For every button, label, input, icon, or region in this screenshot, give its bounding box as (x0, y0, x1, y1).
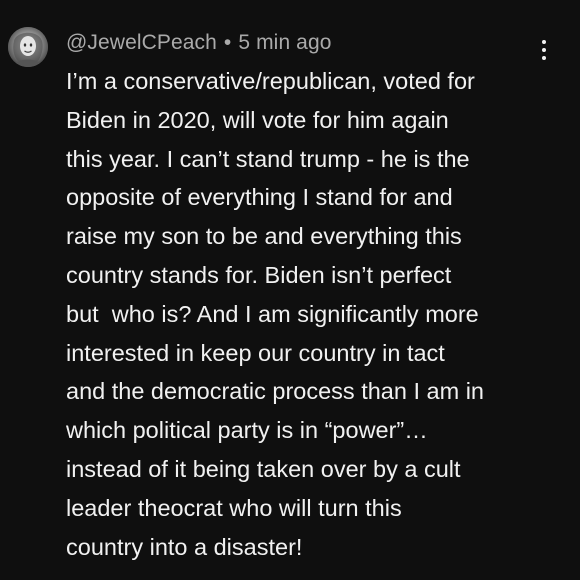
comment-text-line: leader theocrat who will turn this (66, 494, 402, 521)
comment-text-line: I’m a conservative/republican, voted for (66, 68, 475, 94)
comment-text-line: Biden in 2020, will vote for him again (66, 106, 449, 133)
more-vert-icon-dot (542, 56, 546, 60)
more-vert-icon-dot (542, 48, 546, 52)
comment-text-line: country into a disaster! (66, 533, 303, 560)
comment-meta: @JewelCPeach • 5 min ago (66, 29, 332, 57)
comment-text-line: this year. I can’t stand trump - he is t… (66, 145, 470, 172)
comment-timestamp[interactable]: 5 min ago (238, 31, 331, 55)
comment-text-line: which political party is in “power”… (66, 417, 428, 444)
user-avatar-icon (8, 27, 48, 67)
comment-text-line: raise my son to be and everything this (66, 223, 462, 250)
more-options-button[interactable] (532, 38, 556, 62)
comment-text-line: instead of it being taken over by a cult (66, 455, 461, 482)
comment-author[interactable]: @JewelCPeach (66, 31, 217, 55)
comment-text: I’m a conservative/republican, voted for… (66, 62, 566, 566)
comment-item: @JewelCPeach • 5 min ago I’m a conservat… (0, 0, 580, 580)
meta-separator: • (223, 31, 232, 54)
comment-text-line: opposite of everything I stand for and (66, 184, 453, 211)
comment-text-line: interested in keep our country in tact (66, 339, 445, 366)
avatar[interactable] (8, 27, 48, 67)
comment-text-line: and the democratic process than I am in (66, 378, 484, 405)
comment-text-line: but who is? And I am significantly more (66, 300, 479, 327)
comment-text-line: country stands for. Biden isn’t perfect (66, 261, 452, 288)
more-vert-icon (542, 40, 546, 44)
